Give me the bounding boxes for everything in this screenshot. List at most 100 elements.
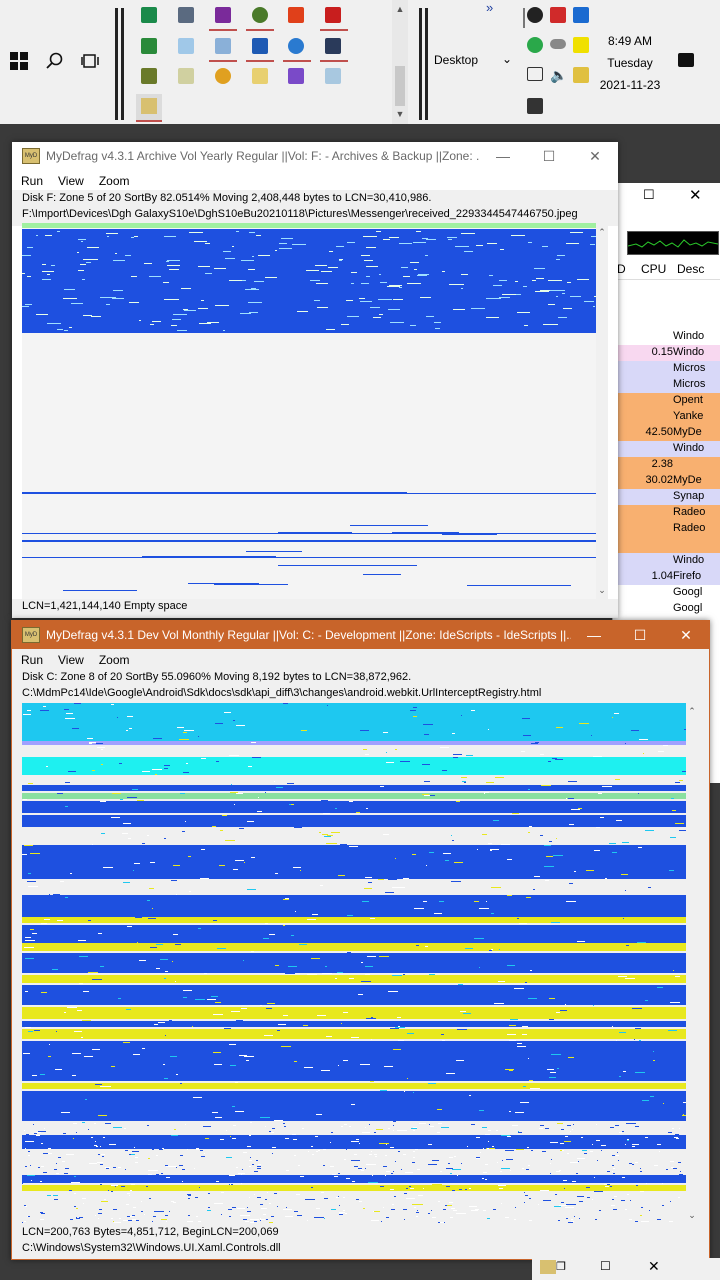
scroll-up-arrow[interactable]: ⌃	[686, 705, 698, 717]
mydefrag-window-dev: MyD MyDefrag v4.3.1 Dev Vol Monthly Regu…	[11, 620, 710, 1260]
close-button[interactable]: ✕	[663, 621, 709, 649]
tray-camera-icon[interactable]	[527, 98, 543, 114]
acrobat-icon[interactable]	[325, 7, 341, 23]
disk-cluster-map[interactable]	[22, 703, 686, 1223]
app-dark-icon[interactable]	[325, 38, 341, 54]
task-view-icon[interactable]	[79, 50, 101, 72]
sticky-note-icon[interactable]	[573, 37, 589, 53]
help-icon[interactable]	[252, 68, 268, 84]
process-row[interactable]: Micros	[613, 377, 720, 393]
scroll-down-arrow[interactable]: ⌄	[596, 584, 608, 596]
maximize-icon[interactable]: ☐	[643, 187, 655, 203]
office-icon[interactable]	[288, 7, 304, 23]
tray-green-icon[interactable]	[527, 37, 543, 53]
process-row[interactable]: Radeo	[613, 505, 720, 521]
app-page-icon[interactable]	[325, 68, 341, 84]
app-blue-round-icon[interactable]	[288, 38, 304, 54]
mydefrag-app-icon	[540, 1260, 556, 1274]
visual-studio-icon[interactable]	[288, 68, 304, 84]
process-row[interactable]: Opent	[613, 393, 720, 409]
menu-view[interactable]: View	[58, 651, 84, 669]
scroll-down-arrow[interactable]: ⌄	[686, 1209, 698, 1221]
cluster-band	[22, 985, 686, 1005]
col-header-d[interactable]: D	[617, 262, 626, 276]
chevron-down-icon[interactable]: ⌄	[502, 52, 512, 66]
notepad-icon[interactable]	[178, 38, 194, 54]
desktop-toolbar-label[interactable]: Desktop	[434, 53, 478, 67]
search-icon[interactable]	[44, 50, 66, 72]
process-row[interactable]: Synap	[613, 489, 720, 505]
close-icon[interactable]: ✕	[648, 1258, 660, 1275]
scroll-down-arrow[interactable]: ▼	[394, 108, 406, 120]
mydefrag-taskbar-icon[interactable]	[136, 94, 162, 122]
scroll-up-arrow[interactable]: ▲	[394, 3, 406, 15]
overflow-chevron[interactable]: »	[486, 0, 493, 15]
cluster-band	[22, 943, 686, 951]
menu-view[interactable]: View	[58, 172, 84, 190]
map-scrollbar[interactable]	[686, 703, 698, 1223]
menu-zoom[interactable]: Zoom	[99, 651, 130, 669]
titlebar[interactable]: MyD MyDefrag v4.3.1 Archive Vol Yearly R…	[12, 142, 618, 170]
process-row[interactable]: 1.04 Firefo	[613, 569, 720, 585]
process-description: Firefo	[673, 570, 702, 582]
disk-cluster-map[interactable]	[22, 223, 596, 599]
process-row[interactable]: 30.02 MyDe	[613, 473, 720, 489]
app-green-icon[interactable]	[141, 7, 157, 23]
word-icon[interactable]	[252, 38, 268, 54]
app-orb-icon[interactable]	[215, 68, 231, 84]
cluster-band	[22, 1083, 686, 1089]
scroll-thumb[interactable]	[395, 66, 405, 106]
process-row[interactable]	[613, 537, 720, 553]
status-file-path: F:\Import\Devices\Dgh GalaxyS10e\DghS10e…	[22, 208, 578, 220]
process-row[interactable]: 2.38	[613, 457, 720, 473]
restore-icon[interactable]: ❐	[556, 1260, 566, 1273]
outlook-icon[interactable]	[573, 7, 589, 23]
process-row[interactable]: 42.50 MyDe	[613, 425, 720, 441]
app-chart-icon[interactable]	[141, 68, 157, 84]
process-row[interactable]: 0.15 Windo	[613, 345, 720, 361]
app-monitor-icon[interactable]	[178, 7, 194, 23]
close-button[interactable]: ✕	[572, 142, 618, 170]
menu-run[interactable]: Run	[21, 172, 43, 190]
process-row[interactable]: Micros	[613, 361, 720, 377]
clock-day: Tuesday	[607, 56, 653, 70]
map-scrollbar[interactable]	[596, 223, 608, 599]
clock[interactable]: 8:49 AM Tuesday 2021-11-23	[598, 30, 662, 96]
tray-app-icon[interactable]	[527, 7, 543, 23]
volume-icon[interactable]: 🔈	[550, 67, 567, 84]
maximize-button[interactable]: ☐	[526, 142, 572, 170]
process-row[interactable]: Yanke	[613, 409, 720, 425]
process-row[interactable]: Radeo	[613, 521, 720, 537]
process-cpu: 1.04	[651, 570, 673, 582]
menu-zoom[interactable]: Zoom	[99, 172, 130, 190]
app-palm-icon[interactable]	[252, 7, 268, 23]
minimized-window-stub[interactable]: ❐ ☐ ✕	[532, 1258, 720, 1280]
action-center-icon[interactable]	[678, 53, 694, 67]
maximize-button[interactable]: ☐	[617, 621, 663, 649]
windows-start-icon[interactable]	[8, 50, 30, 72]
process-row[interactable]: Googl	[613, 585, 720, 601]
tray-red-icon[interactable]	[550, 7, 566, 23]
process-row[interactable]: Windo	[613, 441, 720, 457]
process-row[interactable]: Windo	[613, 553, 720, 569]
titlebar[interactable]: MyD MyDefrag v4.3.1 Dev Vol Monthly Regu…	[12, 621, 709, 649]
maximize-icon[interactable]: ☐	[600, 1259, 611, 1273]
onedrive-icon[interactable]	[550, 39, 566, 49]
network-icon[interactable]	[527, 67, 543, 81]
app-purple-icon[interactable]	[215, 7, 231, 23]
minimize-button[interactable]: —	[480, 142, 526, 170]
tray-wc-icon[interactable]	[573, 67, 589, 83]
process-row[interactable]: Googl	[613, 601, 720, 617]
minimize-button[interactable]: —	[571, 621, 617, 649]
cluster-band	[22, 917, 686, 923]
app-grid-icon[interactable]	[141, 38, 157, 54]
cluster-band	[22, 845, 686, 879]
close-icon[interactable]: ✕	[689, 186, 702, 204]
col-header-desc[interactable]: Desc	[677, 262, 704, 276]
app-doc-icon[interactable]	[215, 38, 231, 54]
process-row[interactable]: Windo	[613, 329, 720, 345]
col-header-cpu[interactable]: CPU	[641, 262, 666, 276]
scroll-up-arrow[interactable]: ⌃	[596, 226, 608, 238]
menu-run[interactable]: Run	[21, 651, 43, 669]
camera-icon[interactable]	[178, 68, 194, 84]
